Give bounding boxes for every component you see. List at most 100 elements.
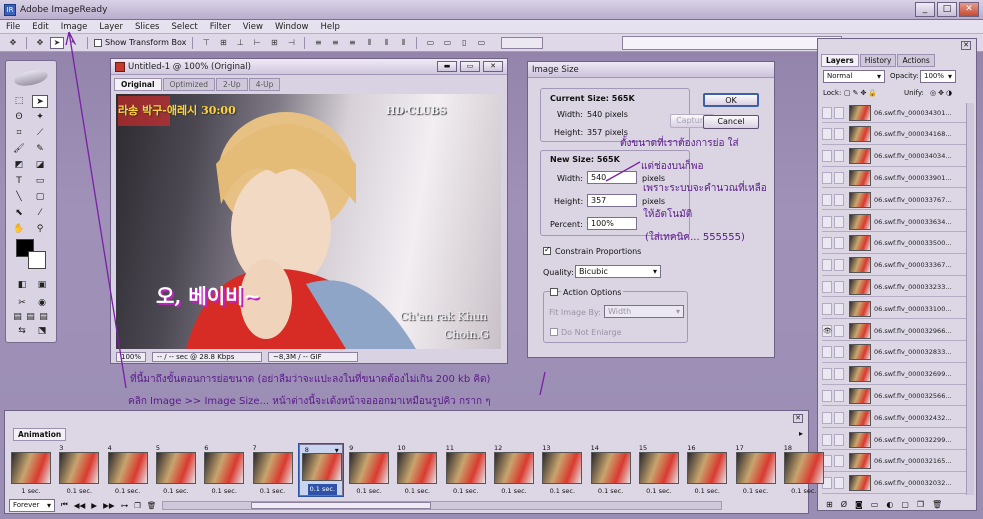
doc-minimize-button[interactable]: ▬ [437, 61, 457, 72]
mask-mode-icon[interactable]: ◧ [14, 279, 30, 292]
delete-layer-icon[interactable]: 🗑 [932, 500, 942, 509]
layer-row[interactable]: 06.swf.flv_000033901... [822, 168, 970, 189]
layer-visibility-icon[interactable] [822, 259, 832, 272]
screen-mode-3-icon[interactable]: ▤ [38, 311, 49, 324]
layer-link-icon[interactable] [834, 411, 844, 424]
brush-tool-icon[interactable]: 🖌 [11, 143, 27, 156]
align-bottom-icon[interactable]: ⊥ [233, 37, 247, 49]
layer-link-icon[interactable] [834, 477, 844, 490]
frame-delay[interactable]: 0.1 sec. [405, 487, 430, 495]
opacity-input[interactable]: 100% [920, 70, 956, 83]
align-right-icon[interactable]: ⊣ [284, 37, 298, 49]
menu-image[interactable]: Image [55, 22, 94, 32]
animation-frame[interactable]: 15 0.1 sec. [637, 444, 681, 496]
zoom-dropdown[interactable]: 100% [116, 351, 147, 362]
move-tool-icon[interactable]: ➤ [32, 95, 48, 108]
layer-link-icon[interactable] [834, 324, 844, 337]
preview-browser-icon[interactable]: ◉ [34, 297, 50, 310]
new-layer-icon[interactable]: ▢ [901, 500, 909, 509]
layer-visibility-icon[interactable] [822, 411, 832, 424]
menu-slices[interactable]: Slices [129, 22, 165, 32]
distribute-vcenter-icon[interactable]: ≡ [328, 37, 342, 49]
play-icon[interactable]: ▶ [91, 501, 97, 510]
layer-link-icon[interactable] [834, 302, 844, 315]
animation-frame[interactable]: 17 0.1 sec. [734, 444, 778, 496]
layer-row[interactable]: 06.swf.flv_000034034... [822, 147, 970, 167]
layer-link-icon[interactable] [834, 368, 844, 381]
animation-frame[interactable]: 13 0.1 sec. [540, 444, 584, 496]
frame-delay[interactable]: 0.1 sec. [453, 487, 478, 495]
duplicate-frame-icon[interactable]: ❐ [134, 501, 141, 510]
line-tool-icon[interactable]: ╲ [11, 191, 27, 204]
animation-frame[interactable]: 11 0.1 sec. [444, 444, 488, 496]
animation-frame[interactable]: 9 0.1 sec. [347, 444, 391, 496]
animation-scrollbar[interactable] [162, 500, 723, 510]
layer-link-icon[interactable] [834, 171, 844, 184]
screen-mode-2-icon[interactable]: ▤ [25, 311, 36, 324]
tab-4up[interactable]: 4-Up [248, 78, 281, 91]
first-frame-icon[interactable]: ⏮ [61, 500, 68, 510]
layer-visibility-icon[interactable] [822, 128, 832, 141]
pointer-icon[interactable]: ➤ [50, 36, 64, 49]
percent-input[interactable]: 100% [587, 217, 637, 230]
layer-visibility-icon[interactable] [822, 150, 832, 163]
match-height-icon[interactable]: ▯ [457, 37, 471, 49]
fill-tool-icon[interactable]: ◪ [32, 159, 48, 172]
frame-delay[interactable]: 0.1 sec. [260, 487, 285, 495]
animation-frame[interactable]: 1 sec. [9, 444, 53, 496]
frame-delay[interactable]: 0.1 sec. [356, 487, 381, 495]
animation-close-icon[interactable]: ✕ [793, 414, 803, 423]
layer-row[interactable]: 06.swf.flv_000033500... [822, 234, 970, 254]
tab-original[interactable]: Original [114, 78, 162, 91]
prev-frame-icon[interactable]: ◀◀ [74, 501, 86, 510]
menu-edit[interactable]: Edit [26, 22, 54, 32]
frame-delay[interactable]: 0.1 sec. [694, 487, 719, 495]
zoom-tool-icon[interactable]: ⚲ [32, 223, 48, 236]
layer-visibility-icon[interactable] [822, 171, 832, 184]
download-speed[interactable]: -- / -- sec @ 28.8 Kbps [152, 351, 263, 362]
animation-frame[interactable]: 14 0.1 sec. [589, 444, 633, 496]
layers-close-icon[interactable]: ✕ [961, 41, 971, 50]
align-left-icon[interactable]: ⊢ [250, 37, 264, 49]
canvas-image[interactable]: 라송 박구-애레시 30:00 HD·CLUBS 오, 베이비~ Ch'an r… [116, 94, 501, 349]
animation-frame[interactable]: 4 0.1 sec. [106, 444, 150, 496]
doc-close-button[interactable]: ✕ [483, 61, 503, 72]
slice-tool-icon[interactable]: ⟋ [32, 127, 48, 140]
layer-row[interactable]: 06.swf.flv_000033634... [822, 212, 970, 232]
distribute-bottom-icon[interactable]: ≡ [345, 37, 359, 49]
options-dropdown[interactable] [501, 36, 544, 49]
lock-icons[interactable]: ▢✎✥🔒 [844, 89, 879, 97]
align-hcenter-icon[interactable]: ⊞ [267, 37, 281, 49]
jump-to-icon[interactable]: ⇆ [14, 325, 30, 338]
layer-link-icon[interactable] [834, 259, 844, 272]
image-map-tool-icon[interactable]: ⬉ [11, 207, 27, 220]
show-transform-checkbox[interactable] [94, 38, 102, 47]
layer-link-icon[interactable] [834, 346, 844, 359]
menu-select[interactable]: Select [165, 22, 203, 32]
quality-select[interactable]: Bicubic [575, 265, 661, 278]
eraser-tool-icon[interactable]: ◩ [11, 159, 27, 172]
layer-row[interactable]: 06.swf.flv_000032032... [822, 474, 970, 494]
eyedropper-tool-icon[interactable]: ⁄ [32, 207, 48, 220]
marquee-tool-icon[interactable]: ⬚ [11, 95, 27, 108]
frame-delay[interactable]: 1 sec. [21, 487, 40, 495]
background-color-swatch[interactable] [28, 251, 46, 269]
slice-visibility-icon[interactable]: ✂ [14, 297, 30, 310]
next-frame-icon[interactable]: ▶▶ [103, 501, 115, 510]
frame-delay[interactable]: 0.1 sec. [115, 487, 140, 495]
distribute-hcenter-icon[interactable]: ⦀ [379, 37, 393, 49]
layer-link-icon[interactable] [834, 280, 844, 293]
direct-select-icon[interactable]: ↖ [67, 37, 81, 49]
layer-visibility-icon[interactable] [822, 193, 832, 206]
layer-visibility-icon[interactable]: 👁 [822, 324, 832, 337]
new-set-icon[interactable]: ▭ [871, 500, 879, 509]
adjustment-icon[interactable]: ◐ [886, 500, 893, 509]
animation-frame[interactable]: 6 0.1 sec. [202, 444, 246, 496]
layer-style-icon[interactable]: Ø [841, 500, 847, 509]
type-tool-icon[interactable]: T [11, 175, 27, 188]
layer-row[interactable]: 06.swf.flv_000034168... [822, 125, 970, 145]
distribute-left-icon[interactable]: ⦀ [362, 37, 376, 49]
frame-delay[interactable]: 0.1 sec. [67, 487, 92, 495]
toggle-icon[interactable]: ⬔ [34, 325, 50, 338]
distribute-top-icon[interactable]: ≡ [311, 37, 325, 49]
